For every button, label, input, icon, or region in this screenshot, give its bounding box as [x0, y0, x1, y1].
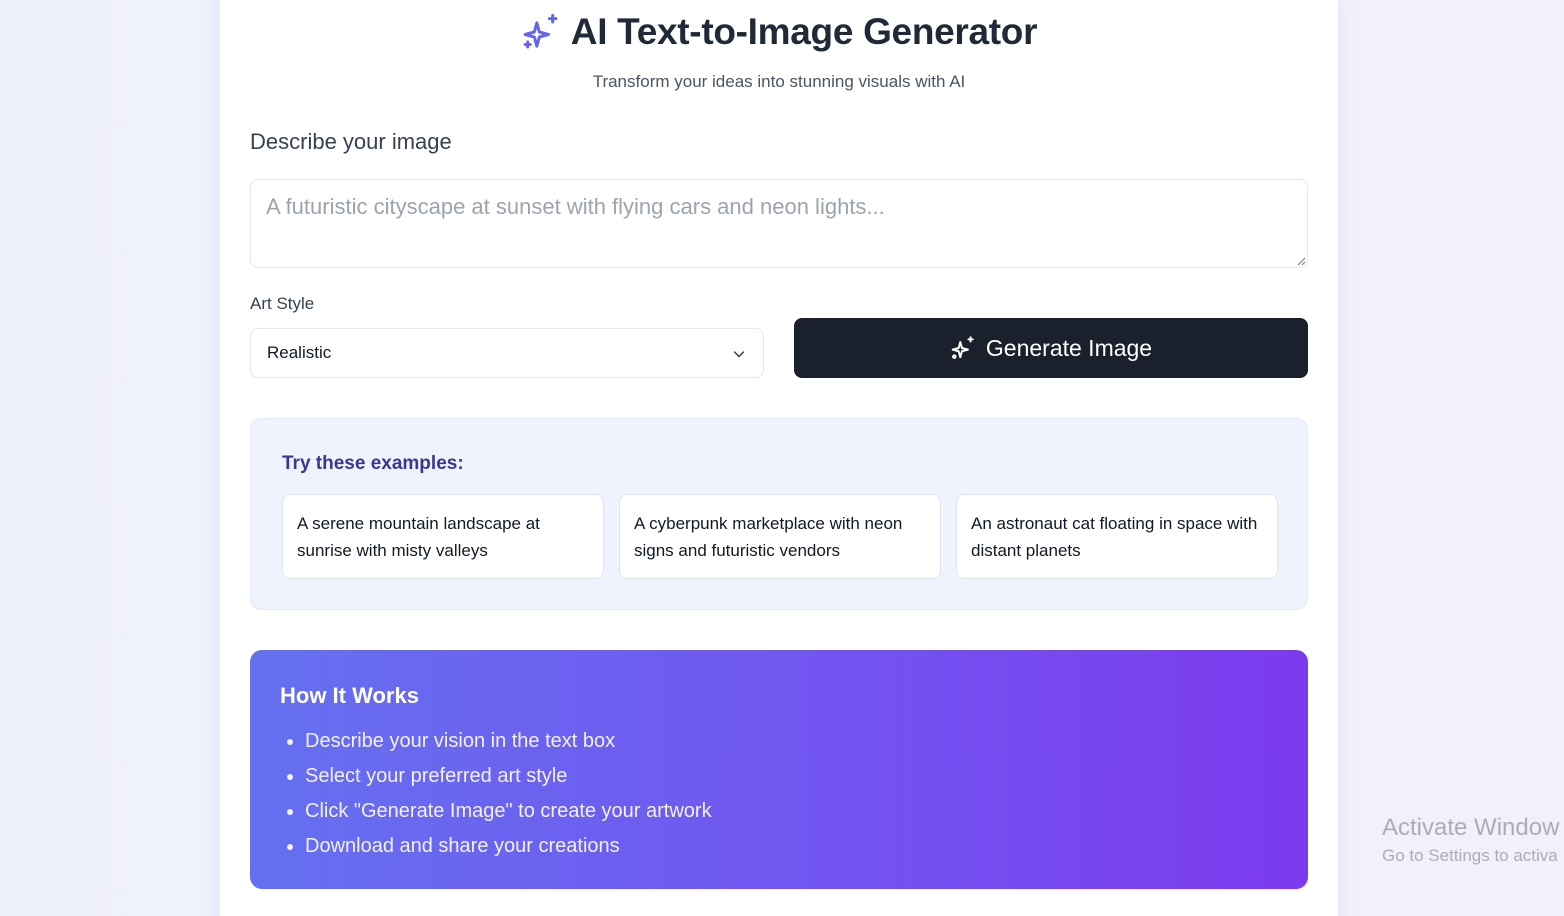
resize-handle-icon[interactable] — [1296, 256, 1306, 266]
example-item[interactable]: A cyberpunk marketplace with neon signs … — [619, 494, 941, 579]
list-item: Download and share your creations — [305, 829, 712, 864]
page-subtitle: Transform your ideas into stunning visua… — [592, 72, 966, 91]
example-item[interactable]: An astronaut cat floating in space with … — [956, 494, 1278, 579]
generate-image-label: Generate Image — [985, 334, 1153, 361]
art-style-selected-value: Realistic — [267, 343, 332, 362]
how-it-works-panel: How It Works Describe your vision in the… — [250, 650, 1308, 889]
art-style-select[interactable]: Realistic — [250, 328, 764, 378]
activation-watermark: Activate Window Go to Settings to activa — [1382, 814, 1559, 866]
chevron-down-icon — [733, 351, 745, 358]
sparkles-icon — [951, 336, 974, 359]
prompt-textarea[interactable] — [250, 179, 1308, 268]
how-it-works-title: How It Works — [280, 683, 419, 708]
watermark-line-1: Activate Window — [1382, 814, 1560, 841]
prompt-label: Describe your image — [250, 129, 452, 154]
page-title: AI Text-to-Image Generator — [570, 11, 1038, 52]
header: AI Text-to-Image Generator — [220, 8, 1338, 56]
examples-title: Try these examples: — [282, 453, 464, 474]
sparkles-icon — [523, 13, 558, 49]
list-item: Click "Generate Image" to create your ar… — [305, 794, 712, 829]
examples-panel: Try these examples: A serene mountain la… — [250, 418, 1308, 610]
watermark-line-2: Go to Settings to activa — [1382, 846, 1558, 865]
list-item: Describe your vision in the text box — [305, 724, 712, 759]
art-style-label: Art Style — [250, 294, 315, 313]
list-item: Select your preferred art style — [305, 759, 712, 794]
how-it-works-steps: Describe your vision in the text box Sel… — [305, 724, 712, 864]
example-item[interactable]: A serene mountain landscape at sunrise w… — [282, 494, 604, 579]
main-card: AI Text-to-Image Generator Transform you… — [220, 0, 1338, 916]
generate-image-button[interactable]: Generate Image — [794, 318, 1308, 378]
